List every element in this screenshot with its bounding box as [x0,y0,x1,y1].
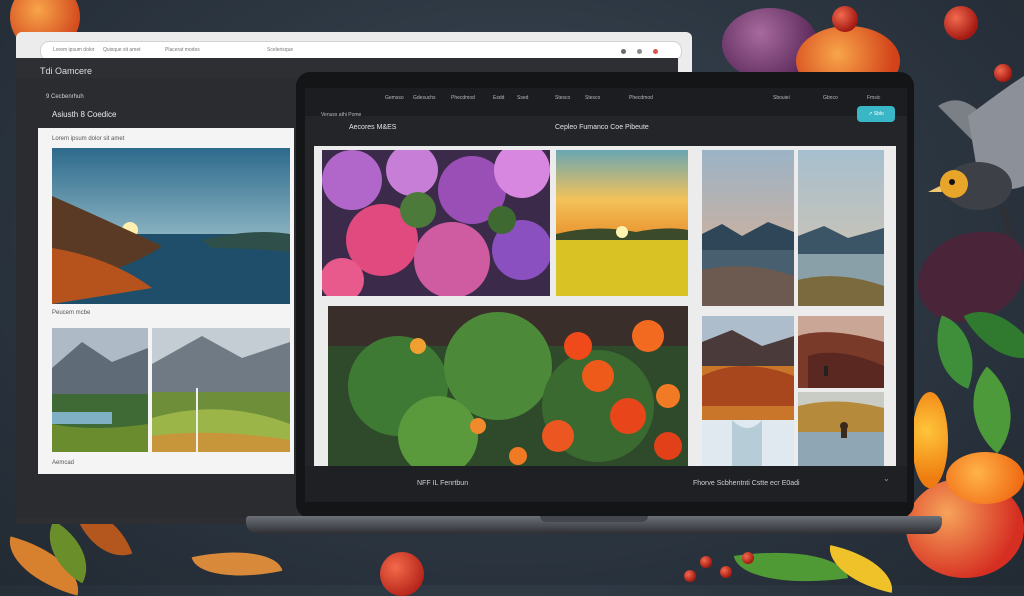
nav-item-2[interactable]: Gdesuchs [413,95,436,101]
nav-item-6[interactable]: Stesco [555,95,570,101]
berry-bottom-1 [700,556,712,568]
address-item-1: Lorem ipsum dolor [53,47,95,53]
berry-bottom-4 [684,570,696,582]
nav-item-4[interactable]: Esdd [493,95,504,101]
nav-item-8[interactable]: Phecdmod [629,95,653,101]
window-minimize-icon[interactable] [621,49,626,54]
bird-illustration [928,76,1024,236]
nav-item-5[interactable]: Ssed [517,95,528,101]
photo-hiker-lake[interactable] [798,392,884,466]
berry-bottom-2 [720,566,732,578]
back-caption-bottom: Aemcad [52,460,75,466]
nav-right-3[interactable]: Fmsic [867,95,880,101]
app-topbar: Gemsso Gdesuchs Phecdmod Esdd Ssed Stesc… [305,88,907,116]
footer-right-label: Fhorve Scbhentnti Cstte ecr E0adi [693,480,800,487]
address-item-4: Scelerisque [267,47,294,53]
app-footer-bar: NFF IL Fenrtbun Fhorve Scbhentnti Cstte … [305,466,907,502]
orange-fruit-right [912,392,948,488]
footer-left-label: NFF IL Fenrtbun [417,480,469,487]
nav-right-1[interactable]: Sbouiei [773,95,790,101]
panel-heading: 9 Cecbenrhuh [46,94,84,100]
back-caption-mid: Peucem mcbe [52,310,91,316]
chevron-down-icon[interactable]: ⌄ [883,474,890,483]
toolbar-small-label: Venuss athi Pome [321,112,362,118]
photo-mountain-valley-right[interactable] [152,328,290,452]
window-maximize-icon[interactable] [637,49,642,54]
nav-item-3[interactable]: Phecdmod [451,95,475,101]
photo-mountain-valley-left[interactable] [52,328,148,452]
autumn-leaf-bottom-left-3 [191,539,283,589]
share-button[interactable]: ↗ Sblo [857,106,895,122]
berry-bottom-3 [742,552,754,564]
purple-leaf-right [918,232,1024,322]
toolbar-title: Aecores M&ES [349,124,397,131]
address-item-3: Placerat modes [165,47,200,53]
panel-subheading: Asiusth 8 Coedice [52,110,117,119]
berry-top-3 [832,6,858,32]
tomato-fruit-bottom [380,552,424,596]
window-close-icon[interactable] [653,49,658,54]
photo-orange-flower-bush[interactable] [328,306,688,466]
back-caption-top: Lorem ipsum dolor sit amet [52,136,125,142]
photo-autumn-valley-waterfall[interactable] [702,316,794,466]
photo-golden-field-sunset[interactable] [556,150,688,296]
photo-canyon-sunset[interactable] [798,316,884,388]
share-button-label: Sblo [873,111,884,117]
back-app-title: Tdi Oamcere [40,66,93,76]
photo-mountain-lake-1[interactable] [702,150,794,306]
photo-purple-flowers[interactable] [322,150,550,296]
orange-fruit-bottom-right [946,452,1024,504]
address-item-2: Quisque sit amet [103,47,141,53]
toolbar-center-title: Cepleo Fumanco Coe Pibeute [555,124,649,131]
photo-gallery-board [314,146,896,466]
nav-item-1[interactable]: Gemsso [385,95,404,101]
back-photo-card: Lorem ipsum dolor sit amet Peucem mcbe A… [38,128,294,474]
laptop-hinge-notch [540,516,648,522]
nav-item-7[interactable]: Stesco [585,95,600,101]
photo-mountain-lake-2[interactable] [798,150,884,306]
nav-right-2[interactable]: Gbnco [823,95,838,101]
photo-sunset-lake[interactable] [52,148,290,304]
berry-top-1 [944,6,978,40]
